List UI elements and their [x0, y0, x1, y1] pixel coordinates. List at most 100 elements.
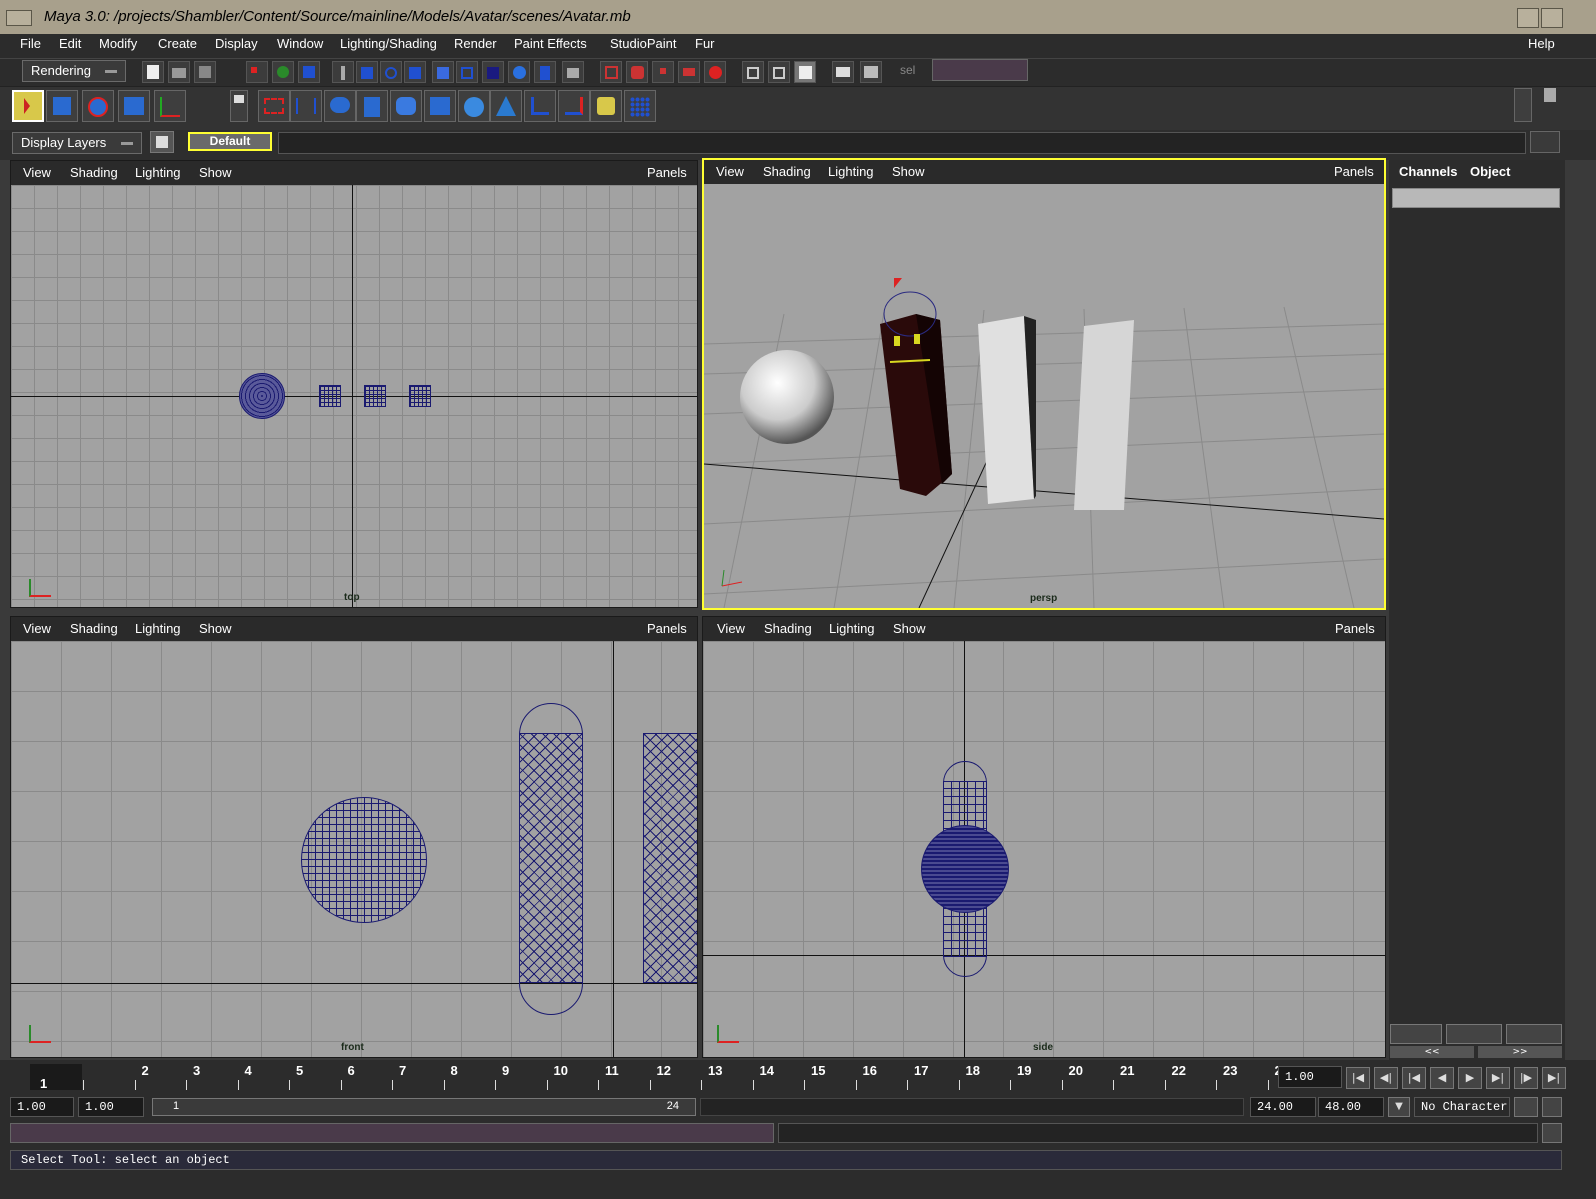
- vp-menu-panels[interactable]: Panels: [1334, 164, 1374, 179]
- select-by-component-icon[interactable]: [298, 61, 320, 83]
- wire-column[interactable]: [643, 733, 697, 983]
- vp-menu-view[interactable]: View: [23, 165, 51, 180]
- channelbox-clear-icon[interactable]: [1446, 1024, 1502, 1044]
- viewport-side[interactable]: View Shading Lighting Show Panels side: [702, 616, 1386, 1058]
- channelbox-pick-icon[interactable]: [1506, 1024, 1562, 1044]
- maximize-button[interactable]: [1541, 8, 1563, 28]
- wire-box[interactable]: [409, 385, 431, 407]
- wire-column[interactable]: [519, 733, 583, 983]
- menu-render[interactable]: Render: [454, 36, 497, 51]
- planar-icon[interactable]: [424, 90, 456, 122]
- vp-menu-lighting[interactable]: Lighting: [829, 621, 875, 636]
- go-to-start-button[interactable]: |◀: [1346, 1067, 1370, 1089]
- menu-modify[interactable]: Modify: [99, 36, 137, 51]
- joint-tool-icon[interactable]: [524, 90, 556, 122]
- menu-window[interactable]: Window: [277, 36, 323, 51]
- viewport-top[interactable]: View Shading Lighting Show Panels top: [10, 160, 698, 608]
- step-back-key-button[interactable]: |◀: [1402, 1067, 1426, 1089]
- vp-menu-panels[interactable]: Panels: [647, 165, 687, 180]
- menu-set-dropdown[interactable]: Rendering: [22, 60, 126, 82]
- scale-tool-icon[interactable]: [154, 90, 186, 122]
- snap-to-point-icon[interactable]: [652, 61, 674, 83]
- mask-surfaces-icon[interactable]: [404, 61, 426, 83]
- character-set-field[interactable]: No Character: [1414, 1097, 1510, 1117]
- animation-prefs-icon[interactable]: [1542, 1097, 1562, 1117]
- menu-fur[interactable]: Fur: [695, 36, 715, 51]
- snap-to-view-plane-icon[interactable]: [678, 61, 700, 83]
- trash-icon[interactable]: [1544, 88, 1556, 102]
- menu-lighting-shading[interactable]: Lighting/Shading: [340, 36, 437, 51]
- play-backwards-button[interactable]: ◀: [1430, 1067, 1454, 1089]
- wire-box[interactable]: [319, 385, 341, 407]
- channelbox-next-button[interactable]: >>: [1478, 1046, 1562, 1058]
- vp-menu-show[interactable]: Show: [892, 164, 925, 179]
- window-menu-button[interactable]: [6, 10, 32, 26]
- menu-file[interactable]: File: [20, 36, 41, 51]
- channels-tab[interactable]: Channels: [1399, 164, 1458, 179]
- step-forward-button[interactable]: |▶: [1514, 1067, 1538, 1089]
- wire-sphere[interactable]: [239, 373, 285, 419]
- menu-help[interactable]: Help: [1528, 36, 1555, 51]
- character-dropdown-arrow-icon[interactable]: ▼: [1388, 1097, 1410, 1117]
- auto-key-icon[interactable]: [1514, 1097, 1538, 1117]
- vp-menu-shading[interactable]: Shading: [70, 621, 118, 636]
- make-live-icon[interactable]: [704, 61, 726, 83]
- menu-paint-effects[interactable]: Paint Effects: [514, 36, 587, 51]
- wire-sphere[interactable]: [301, 797, 427, 923]
- input-connections-icon[interactable]: [742, 61, 764, 83]
- end-time-field[interactable]: 48.00: [1318, 1097, 1384, 1117]
- open-scene-icon[interactable]: [168, 61, 190, 83]
- layer-scroll-right[interactable]: [1530, 131, 1560, 153]
- ipr-render-icon[interactable]: [860, 61, 882, 83]
- start-time-field[interactable]: 1.00: [10, 1097, 74, 1117]
- vp-menu-show[interactable]: Show: [893, 621, 926, 636]
- snap-to-grid-icon[interactable]: [600, 61, 622, 83]
- menu-edit[interactable]: Edit: [59, 36, 81, 51]
- vp-menu-show[interactable]: Show: [199, 621, 232, 636]
- vp-menu-shading[interactable]: Shading: [70, 165, 118, 180]
- quick-select-field[interactable]: [932, 59, 1028, 81]
- rotate-tool-icon[interactable]: [118, 90, 150, 122]
- wire-sphere[interactable]: [921, 825, 1009, 913]
- sphere-icon[interactable]: [458, 90, 490, 122]
- shelf-tabs-button[interactable]: [230, 90, 248, 122]
- wire-box[interactable]: [364, 385, 386, 407]
- cone-icon[interactable]: [490, 90, 522, 122]
- select-by-hierarchy-icon[interactable]: [246, 61, 268, 83]
- menu-display[interactable]: Display: [215, 36, 258, 51]
- step-forward-key-button[interactable]: ▶|: [1486, 1067, 1510, 1089]
- vp-menu-show[interactable]: Show: [199, 165, 232, 180]
- step-back-button[interactable]: ◀|: [1374, 1067, 1398, 1089]
- object-name-field[interactable]: [1392, 188, 1560, 208]
- history-toggle-icon[interactable]: [794, 61, 816, 83]
- select-tool-icon[interactable]: [12, 90, 44, 122]
- vp-menu-shading[interactable]: Shading: [763, 164, 811, 179]
- vp-menu-lighting[interactable]: Lighting: [135, 165, 181, 180]
- range-slider[interactable]: 1 24: [152, 1098, 696, 1116]
- save-scene-icon[interactable]: [194, 61, 216, 83]
- new-scene-icon[interactable]: [142, 61, 164, 83]
- channelbox-prev-button[interactable]: <<: [1390, 1046, 1474, 1058]
- mask-dynamics-icon[interactable]: [456, 61, 478, 83]
- mask-handles-icon[interactable]: [332, 61, 354, 83]
- vp-menu-lighting[interactable]: Lighting: [135, 621, 181, 636]
- spot-light-icon[interactable]: [590, 90, 622, 122]
- vp-menu-view[interactable]: View: [716, 164, 744, 179]
- layer-default-button[interactable]: Default: [188, 132, 272, 151]
- ep-curve-icon[interactable]: [290, 90, 322, 122]
- ik-handle-icon[interactable]: [558, 90, 590, 122]
- extrude-icon[interactable]: [390, 90, 422, 122]
- go-to-end-button[interactable]: ▶|: [1542, 1067, 1566, 1089]
- current-time-field[interactable]: 1.00: [1278, 1066, 1342, 1088]
- play-forwards-button[interactable]: ▶: [1458, 1067, 1482, 1089]
- mask-rendering-icon[interactable]: [482, 61, 504, 83]
- question-icon[interactable]: [534, 61, 556, 83]
- menu-create[interactable]: Create: [158, 36, 197, 51]
- shelf-scroll-buttons[interactable]: [1514, 88, 1532, 122]
- viewport-persp[interactable]: View Shading Lighting Show Panels persp: [702, 158, 1386, 610]
- vp-menu-view[interactable]: View: [23, 621, 51, 636]
- viewport-front[interactable]: View Shading Lighting Show Panels front: [10, 616, 698, 1058]
- mask-misc-icon[interactable]: [508, 61, 530, 83]
- select-by-object-icon[interactable]: [272, 61, 294, 83]
- vp-menu-view[interactable]: View: [717, 621, 745, 636]
